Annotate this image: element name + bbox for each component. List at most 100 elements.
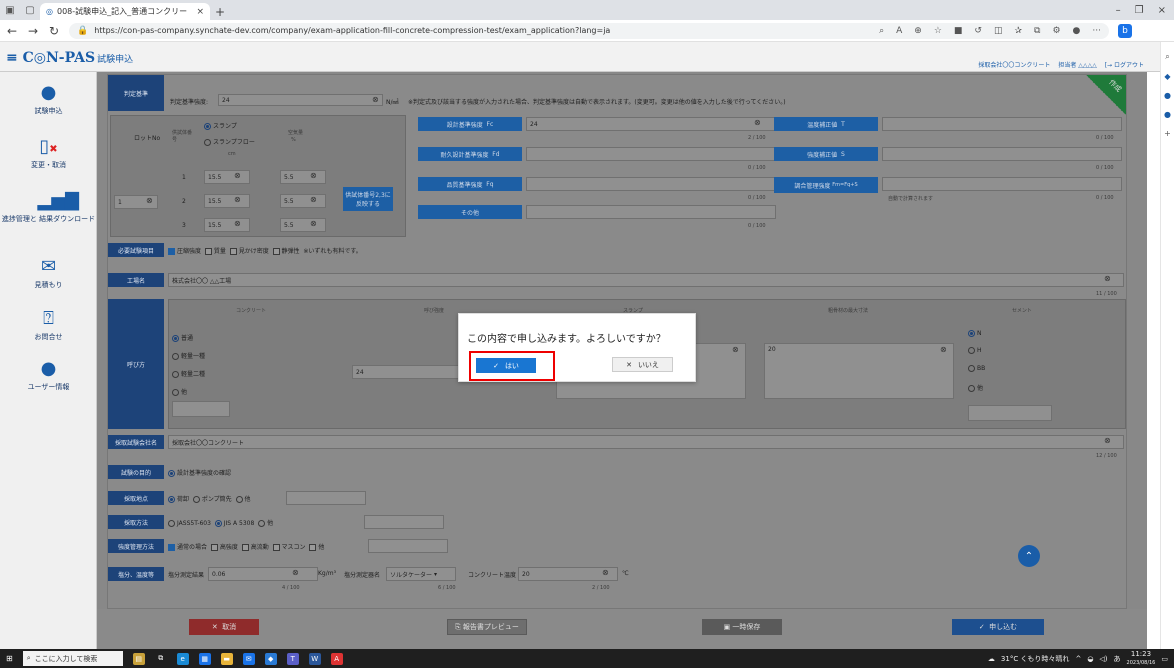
store-icon[interactable]: ▦ — [198, 652, 211, 665]
place-other-radio[interactable] — [235, 496, 243, 503]
weather-text[interactable]: 31°C くもり時々晴れ — [1001, 654, 1070, 664]
explorer-icon[interactable]: ▬ — [220, 652, 233, 665]
concrete-light1-radio[interactable]: 軽量一種 — [172, 351, 205, 360]
durability-strength-input[interactable] — [526, 147, 776, 161]
menu-icon[interactable]: ≡ — [6, 50, 23, 66]
no-button[interactable]: ✕ いいえ — [612, 357, 673, 372]
volume-icon[interactable]: ◁) — [1099, 655, 1107, 663]
slump-radio[interactable]: スランプ — [204, 121, 237, 130]
scroll-top-icon[interactable]: ⌃ — [1018, 545, 1040, 567]
method-other-radio[interactable] — [258, 520, 266, 527]
method-jis-radio[interactable] — [214, 520, 222, 527]
yes-button[interactable]: ✓ はい — [476, 358, 536, 373]
minimize-icon[interactable]: – — [1116, 5, 1121, 16]
clear-icon[interactable]: ⊗ — [310, 195, 317, 204]
slump-input-3[interactable]: 15.5 — [204, 218, 250, 232]
zoom-icon[interactable]: ⊕ — [914, 26, 922, 36]
air-input-2[interactable]: 5.5 — [280, 194, 326, 208]
density-checkbox[interactable] — [229, 248, 237, 255]
refresh-icon[interactable]: ↻ — [48, 24, 60, 38]
forward-icon[interactable]: → — [27, 24, 39, 38]
clear-icon[interactable]: ⊗ — [1104, 274, 1111, 283]
refresh-ext-icon[interactable]: ↺ — [974, 26, 982, 36]
office-icon[interactable]: ● — [1161, 110, 1174, 119]
clear-icon[interactable]: ⊗ — [372, 95, 379, 104]
strength-correction-input[interactable] — [882, 147, 1122, 161]
tools-icon[interactable]: ● — [1161, 91, 1174, 100]
cement-bb-radio[interactable]: BB — [968, 365, 985, 372]
clear-icon[interactable]: ⊗ — [754, 118, 761, 127]
aggregate-textarea[interactable]: 20 — [764, 343, 954, 399]
place-pump-radio[interactable] — [192, 496, 200, 503]
clock[interactable]: 11:23 2023/08/16 — [1127, 650, 1156, 667]
air-input-1[interactable]: 5.5 — [280, 170, 326, 184]
back-icon[interactable]: ← — [6, 24, 18, 38]
windows-start-icon[interactable]: ⊞ — [6, 654, 13, 663]
task-view-icon[interactable]: ⧉ — [155, 653, 167, 665]
clear-icon[interactable]: ⊗ — [310, 171, 317, 180]
place-unload-radio[interactable] — [168, 496, 175, 503]
control-normal-checkbox[interactable] — [168, 544, 175, 551]
judgement-strength-input[interactable]: 24 — [218, 94, 383, 106]
cement-other-input[interactable] — [968, 405, 1052, 421]
app-icon[interactable]: ◆ — [264, 652, 277, 665]
restore-icon[interactable]: ❐ — [1135, 5, 1144, 16]
reflect-button[interactable]: 供試体番号2,3に反映する — [343, 187, 393, 211]
chloride-input[interactable]: 0.06 — [208, 567, 318, 581]
temp-save-button[interactable]: ▣ 一時保存 — [702, 619, 782, 635]
word-icon[interactable]: W — [308, 652, 321, 665]
clear-icon[interactable]: ⊗ — [234, 195, 241, 204]
browser-tab[interactable]: ◎ 008-試験申込_記入_普通コンクリー × — [40, 3, 210, 20]
sidebar-item-change[interactable]: ▯✖ 変更・取消 — [0, 136, 97, 170]
more-icon[interactable]: ··· — [1092, 26, 1101, 36]
preview-button[interactable]: ⎘ 報告書プレビュー — [447, 619, 527, 635]
tray-chevron-icon[interactable]: ^ — [1075, 655, 1081, 663]
clear-icon[interactable]: ⊗ — [292, 568, 299, 577]
clear-icon[interactable]: ⊗ — [1104, 436, 1111, 445]
cancel-button[interactable]: ✕ 取消 — [189, 619, 259, 635]
place-other-input[interactable] — [286, 491, 366, 505]
sidebar-item-apply[interactable]: ● 試験申込 — [0, 82, 97, 116]
ime-icon[interactable]: あ — [1114, 654, 1121, 664]
pdf-icon[interactable]: A — [330, 652, 343, 665]
concrete-other-radio[interactable]: 他 — [172, 387, 187, 396]
favorite-star-icon[interactable]: ☆ — [934, 26, 942, 36]
mass-checkbox[interactable] — [204, 248, 212, 255]
url-field[interactable]: 🔒 https://con-pas-company.synchate-dev.c… — [69, 22, 1109, 39]
concrete-other-input[interactable] — [172, 401, 230, 417]
logout-link[interactable]: [→ ログアウト — [1105, 60, 1144, 69]
control-flow-checkbox[interactable] — [241, 544, 249, 551]
clear-icon[interactable]: ⊗ — [234, 171, 241, 180]
sidebar-item-user[interactable]: ● ユーザー情報 — [0, 358, 97, 392]
quality-strength-input[interactable] — [526, 177, 776, 191]
sampling-company-input[interactable]: 採取会社〇〇コンクリート — [168, 435, 1124, 449]
extension-icon[interactable]: ■ — [954, 26, 963, 36]
cement-h-radio[interactable]: H — [968, 347, 982, 354]
close-window-icon[interactable]: × — [1158, 5, 1166, 16]
mail-icon[interactable]: ✉ — [242, 652, 255, 665]
cement-other-radio[interactable]: 他 — [968, 383, 983, 392]
clear-icon[interactable]: ⊗ — [234, 219, 241, 228]
concrete-light2-radio[interactable]: 軽量二種 — [172, 369, 205, 378]
meter-select[interactable]: ソルタケーター ▾ — [386, 567, 456, 581]
sidebar-item-progress[interactable]: ▂▅▇ 進捗管理と 結果ダウンロード — [0, 190, 97, 224]
search-sidebar-icon[interactable]: ⌕ — [1161, 52, 1174, 62]
workspaces-icon[interactable]: ▣ — [0, 0, 20, 20]
edge-taskbar-icon[interactable]: e — [176, 652, 189, 665]
briefcase-icon[interactable]: ▤ — [132, 652, 145, 665]
clear-icon[interactable]: ⊗ — [310, 219, 317, 228]
favorites-icon[interactable]: ✰ — [1014, 26, 1022, 36]
compression-checkbox[interactable] — [168, 248, 175, 255]
add-sidebar-icon[interactable]: + — [1161, 129, 1174, 138]
clear-icon[interactable]: ⊗ — [732, 345, 739, 354]
method-other-input[interactable] — [364, 515, 444, 529]
shopping-icon[interactable]: ◆ — [1161, 72, 1174, 81]
split-screen-icon[interactable]: ◫ — [994, 26, 1003, 36]
sidebar-item-contact[interactable]: ⍰ お問合せ — [0, 308, 97, 342]
static-checkbox[interactable] — [272, 248, 280, 255]
slump-radio-dot[interactable] — [204, 123, 211, 130]
temp-correction-input[interactable] — [882, 117, 1122, 131]
tab-actions-icon[interactable]: ▢ — [20, 0, 40, 20]
slump-input-2[interactable]: 15.5 — [204, 194, 250, 208]
method-jass-radio[interactable] — [168, 520, 175, 527]
